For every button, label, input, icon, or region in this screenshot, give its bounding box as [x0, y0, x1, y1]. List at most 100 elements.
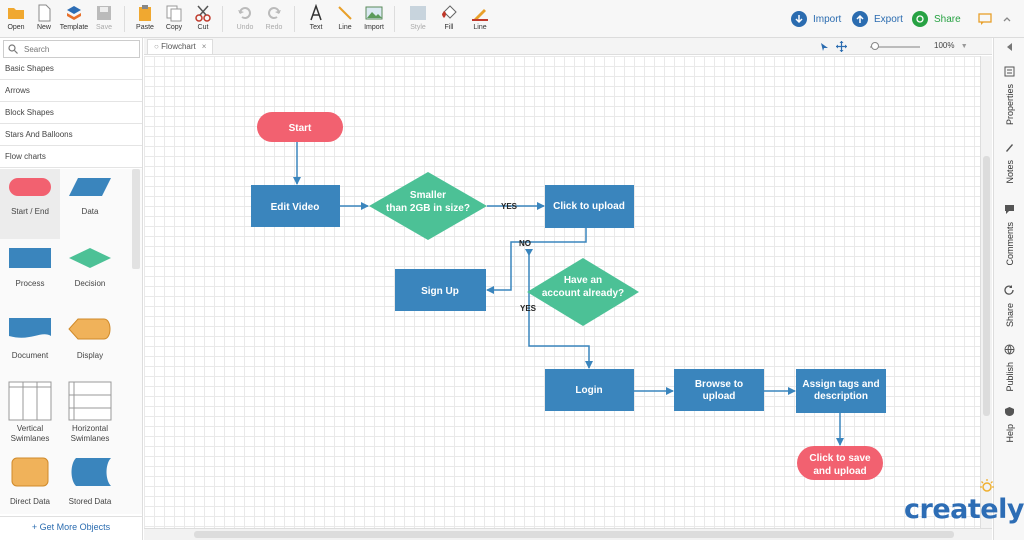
- fill-bucket-icon: [442, 5, 457, 19]
- collapse-right-panel[interactable]: [994, 42, 1024, 54]
- sign-up-node[interactable]: Sign Up: [395, 269, 486, 311]
- search-box: [3, 40, 140, 58]
- copy-icon: [166, 5, 182, 22]
- pointer-tool-icon[interactable]: [820, 42, 829, 52]
- paste-button[interactable]: Paste: [129, 4, 161, 34]
- import-button[interactable]: Import: [791, 9, 841, 29]
- terminal-shape-icon: [9, 178, 51, 196]
- comments-icon: [1005, 205, 1014, 214]
- assign-tags-node[interactable]: Assign tags and description: [796, 369, 886, 413]
- export-button[interactable]: Export: [852, 9, 903, 29]
- login-node[interactable]: Login: [545, 369, 634, 411]
- canvas-horizontal-scrollbar[interactable]: [144, 528, 992, 540]
- category-block-shapes[interactable]: Block Shapes: [0, 102, 142, 124]
- diagram-canvas[interactable]: Start Edit Video Smaller than 2GB in siz…: [144, 56, 980, 528]
- right-side-panel: Properties Notes Comments Share Publish …: [993, 38, 1024, 540]
- collapse-toolbar-button[interactable]: [1002, 9, 1012, 29]
- tab-flowchart[interactable]: ○ Flowchart ×: [147, 39, 214, 54]
- undo-icon: [238, 7, 251, 19]
- text-button[interactable]: Text: [300, 4, 332, 34]
- line-color-icon: [472, 9, 488, 21]
- toolbar-divider: [124, 6, 125, 32]
- shape-decision[interactable]: Decision: [60, 239, 120, 309]
- upload-icon: [852, 11, 868, 27]
- size-decision-node[interactable]: Smaller than 2GB in size?: [369, 172, 487, 240]
- save-icon: [97, 6, 111, 20]
- display-shape-icon: [68, 318, 111, 340]
- zoom-slider-knob[interactable]: [871, 42, 879, 50]
- lightbulb-icon: [980, 479, 994, 492]
- shape-direct-data[interactable]: Direct Data: [0, 449, 60, 514]
- shape-document[interactable]: Document: [0, 309, 60, 379]
- redo-button[interactable]: Redo: [258, 4, 290, 34]
- account-decision-node[interactable]: Have an account already?: [527, 258, 639, 326]
- line-button[interactable]: Line: [329, 4, 361, 34]
- pan-tool-icon[interactable]: [836, 41, 847, 52]
- close-tab-icon[interactable]: ×: [202, 42, 207, 51]
- get-more-objects-link[interactable]: + Get More Objects: [0, 516, 142, 538]
- undo-button[interactable]: Undo: [229, 4, 261, 34]
- svg-text:Sign Up: Sign Up: [421, 286, 459, 297]
- properties-icon: [1004, 66, 1015, 77]
- shape-vertical-swimlanes[interactable]: Vertical Swimlanes: [0, 379, 60, 449]
- svg-text:Have an: Have an: [564, 275, 602, 286]
- shape-display[interactable]: Display: [60, 309, 120, 379]
- help-shield-icon: [1005, 407, 1014, 416]
- shape-horizontal-swimlanes[interactable]: Horizontal Swimlanes: [60, 379, 120, 449]
- import-image-button[interactable]: Import: [358, 4, 390, 34]
- svg-text:Assign tags and: Assign tags and: [802, 379, 879, 390]
- shape-start-end[interactable]: Start / End: [0, 169, 60, 239]
- shapes-grid: Start / End Data Process Decision Docume…: [0, 169, 142, 514]
- help-tab[interactable]: Help: [994, 406, 1024, 443]
- shapes-scrollbar[interactable]: [132, 169, 140, 269]
- category-arrows[interactable]: Arrows: [0, 80, 142, 102]
- shape-data[interactable]: Data: [60, 169, 120, 239]
- properties-tab[interactable]: Properties: [994, 66, 1024, 125]
- category-basic-shapes[interactable]: Basic Shapes: [0, 58, 142, 80]
- start-node[interactable]: Start: [257, 112, 343, 142]
- rectangle-shape-icon: [9, 248, 51, 268]
- zoom-dropdown[interactable]: 100% ▼: [934, 41, 968, 50]
- svg-text:account already?: account already?: [542, 288, 624, 299]
- svg-text:Browse to: Browse to: [695, 379, 743, 390]
- yes-label: YES: [501, 202, 518, 211]
- cut-button[interactable]: Cut: [187, 4, 219, 34]
- save-button[interactable]: Save: [88, 4, 120, 34]
- publish-tab[interactable]: Publish: [994, 344, 1024, 392]
- new-document-icon: [38, 4, 51, 22]
- scrollbar-thumb[interactable]: [983, 156, 990, 416]
- direct-data-icon: [11, 457, 49, 487]
- click-to-upload-node[interactable]: Click to upload: [545, 185, 634, 228]
- style-button[interactable]: Style: [402, 4, 434, 34]
- canvas-vertical-scrollbar[interactable]: [980, 56, 992, 528]
- document-tab-bar: ○ Flowchart × 100% ▼: [144, 38, 992, 55]
- toolbar-divider: [294, 6, 295, 32]
- share-tab[interactable]: Share: [994, 285, 1024, 327]
- download-icon: [791, 11, 807, 27]
- line-color-button[interactable]: Line: [464, 4, 496, 34]
- scissors-icon: [195, 5, 211, 22]
- shape-process[interactable]: Process: [0, 239, 60, 309]
- comments-tab[interactable]: Comments: [994, 204, 1024, 266]
- search-input[interactable]: [24, 42, 134, 56]
- scrollbar-thumb[interactable]: [194, 531, 954, 538]
- share-icon: [912, 11, 928, 27]
- copy-button[interactable]: Copy: [158, 4, 190, 34]
- shape-stored-data[interactable]: Stored Data: [60, 449, 120, 514]
- no-label: NO: [519, 239, 531, 248]
- new-button[interactable]: New: [28, 4, 60, 34]
- stored-data-icon: [71, 458, 111, 486]
- category-stars-and-balloons[interactable]: Stars And Balloons: [0, 124, 142, 146]
- browse-to-upload-node[interactable]: Browse to upload: [674, 369, 764, 411]
- share-button[interactable]: Share: [912, 9, 961, 29]
- notes-tab[interactable]: Notes: [994, 142, 1024, 184]
- category-flow-charts[interactable]: Flow charts: [0, 146, 142, 168]
- click-to-save-node[interactable]: Click to save and upload: [797, 446, 883, 480]
- svg-text:Smaller: Smaller: [410, 190, 446, 201]
- edit-video-node[interactable]: Edit Video: [251, 185, 340, 227]
- template-button[interactable]: Template: [58, 4, 90, 34]
- chat-button[interactable]: [978, 9, 992, 29]
- diamond-shape-icon: [69, 248, 111, 268]
- creately-logo: creately: [904, 494, 1024, 525]
- fill-button[interactable]: Fill: [433, 4, 465, 34]
